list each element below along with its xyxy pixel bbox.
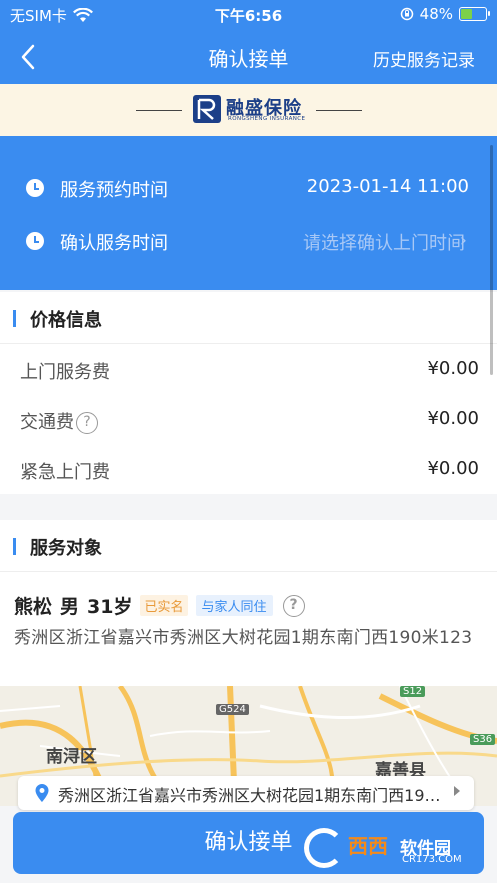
price-section-header: 价格信息 [0, 292, 497, 344]
scrollbar[interactable] [490, 145, 493, 375]
section-accent-bar [13, 538, 16, 555]
brand-banner: 融盛保险 RONGSHENG INSURANCE [0, 84, 497, 136]
road-sign: G524 [216, 704, 249, 715]
watermark-brand: 西西 [348, 834, 388, 858]
price-value: ¥0.00 [427, 458, 479, 479]
person-info-row: 熊松 男 31岁 已实名 与家人同住 ? [14, 592, 305, 619]
person-gender: 男 [60, 596, 80, 618]
location-pin-icon [35, 784, 49, 802]
divider-left [136, 110, 182, 111]
confirm-time-row[interactable]: 确认服务时间 请选择确认上门时间 › [0, 226, 497, 256]
verified-badge: 已实名 [140, 595, 188, 616]
confirm-time-label: 确认服务时间 [60, 233, 168, 254]
service-object-header: 服务对象 [0, 520, 497, 572]
watermark-domain: CR173.COM [402, 854, 462, 865]
price-value: ¥0.00 [427, 358, 479, 379]
clock-icon [26, 179, 44, 197]
clock-icon [26, 232, 44, 250]
price-section-title: 价格信息 [30, 310, 102, 331]
nav-bar: 确认接单 历史服务记录 [0, 30, 497, 84]
divider-right [316, 110, 362, 111]
service-object-title: 服务对象 [30, 538, 102, 559]
section-accent-bar [13, 310, 16, 327]
watermark-logo-icon [304, 828, 344, 868]
brand-subtitle: RONGSHENG INSURANCE [228, 116, 306, 122]
watermark: 西西 软件园 CR173.COM [300, 826, 485, 870]
help-icon[interactable]: ? [282, 594, 305, 617]
price-label: 交通费 [20, 412, 74, 433]
help-icon[interactable]: ? [76, 412, 98, 434]
map-label-district: 南浔区 [46, 747, 97, 767]
price-row-urgent-fee: 紧急上门费 ¥0.00 [0, 444, 497, 494]
price-label: 上门服务费 [20, 362, 110, 383]
road-sign: S12 [400, 686, 426, 697]
price-label: 紧急上门费 [20, 462, 110, 483]
status-bar: 无SIM卡 下午6:56 48% [0, 0, 497, 30]
reserve-time-row: 服务预约时间 2023-01-14 11:00 [0, 173, 497, 203]
status-right: 48% [400, 5, 490, 23]
orientation-lock-icon [400, 7, 413, 21]
price-label-with-help: 交通费? [20, 408, 98, 434]
person-age: 31岁 [87, 596, 133, 618]
price-section: 价格信息 上门服务费 ¥0.00 交通费? ¥0.00 紧急上门费 ¥0.00 [0, 292, 497, 494]
confirm-time-picker[interactable]: 请选择确认上门时间 [303, 229, 465, 255]
road-sign: S36 [470, 734, 496, 745]
living-badge: 与家人同住 [195, 595, 273, 616]
map-address-text: 秀洲区浙江省嘉兴市秀洲区大树花园1期东南门西190米123 [58, 786, 448, 805]
battery-fill [461, 9, 473, 19]
history-records-link[interactable]: 历史服务记录 [373, 46, 475, 71]
price-row-service-fee: 上门服务费 ¥0.00 [0, 344, 497, 394]
chevron-right-icon: › [459, 230, 467, 251]
time-panel: 服务预约时间 2023-01-14 11:00 确认服务时间 请选择确认上门时间… [0, 136, 497, 290]
person-address: 秀洲区浙江省嘉兴市秀洲区大树花园1期东南门西190米123 [14, 628, 473, 648]
reserve-time-label: 服务预约时间 [60, 180, 168, 201]
brand-logo-icon [193, 95, 221, 123]
battery-icon [459, 7, 490, 21]
reserve-time-value: 2023-01-14 11:00 [306, 176, 469, 197]
map-address-bar[interactable]: 秀洲区浙江省嘉兴市秀洲区大树花园1期东南门西190米123 [18, 776, 474, 810]
person-name: 熊松 [14, 596, 53, 618]
price-row-transport-fee: 交通费? ¥0.00 [0, 394, 497, 444]
battery-percent: 48% [419, 5, 453, 23]
price-value: ¥0.00 [427, 408, 479, 429]
service-object-section: 服务对象 熊松 男 31岁 已实名 与家人同住 ? 秀洲区浙江省嘉兴市秀洲区大树… [0, 520, 497, 686]
triangle-right-icon [454, 786, 460, 796]
